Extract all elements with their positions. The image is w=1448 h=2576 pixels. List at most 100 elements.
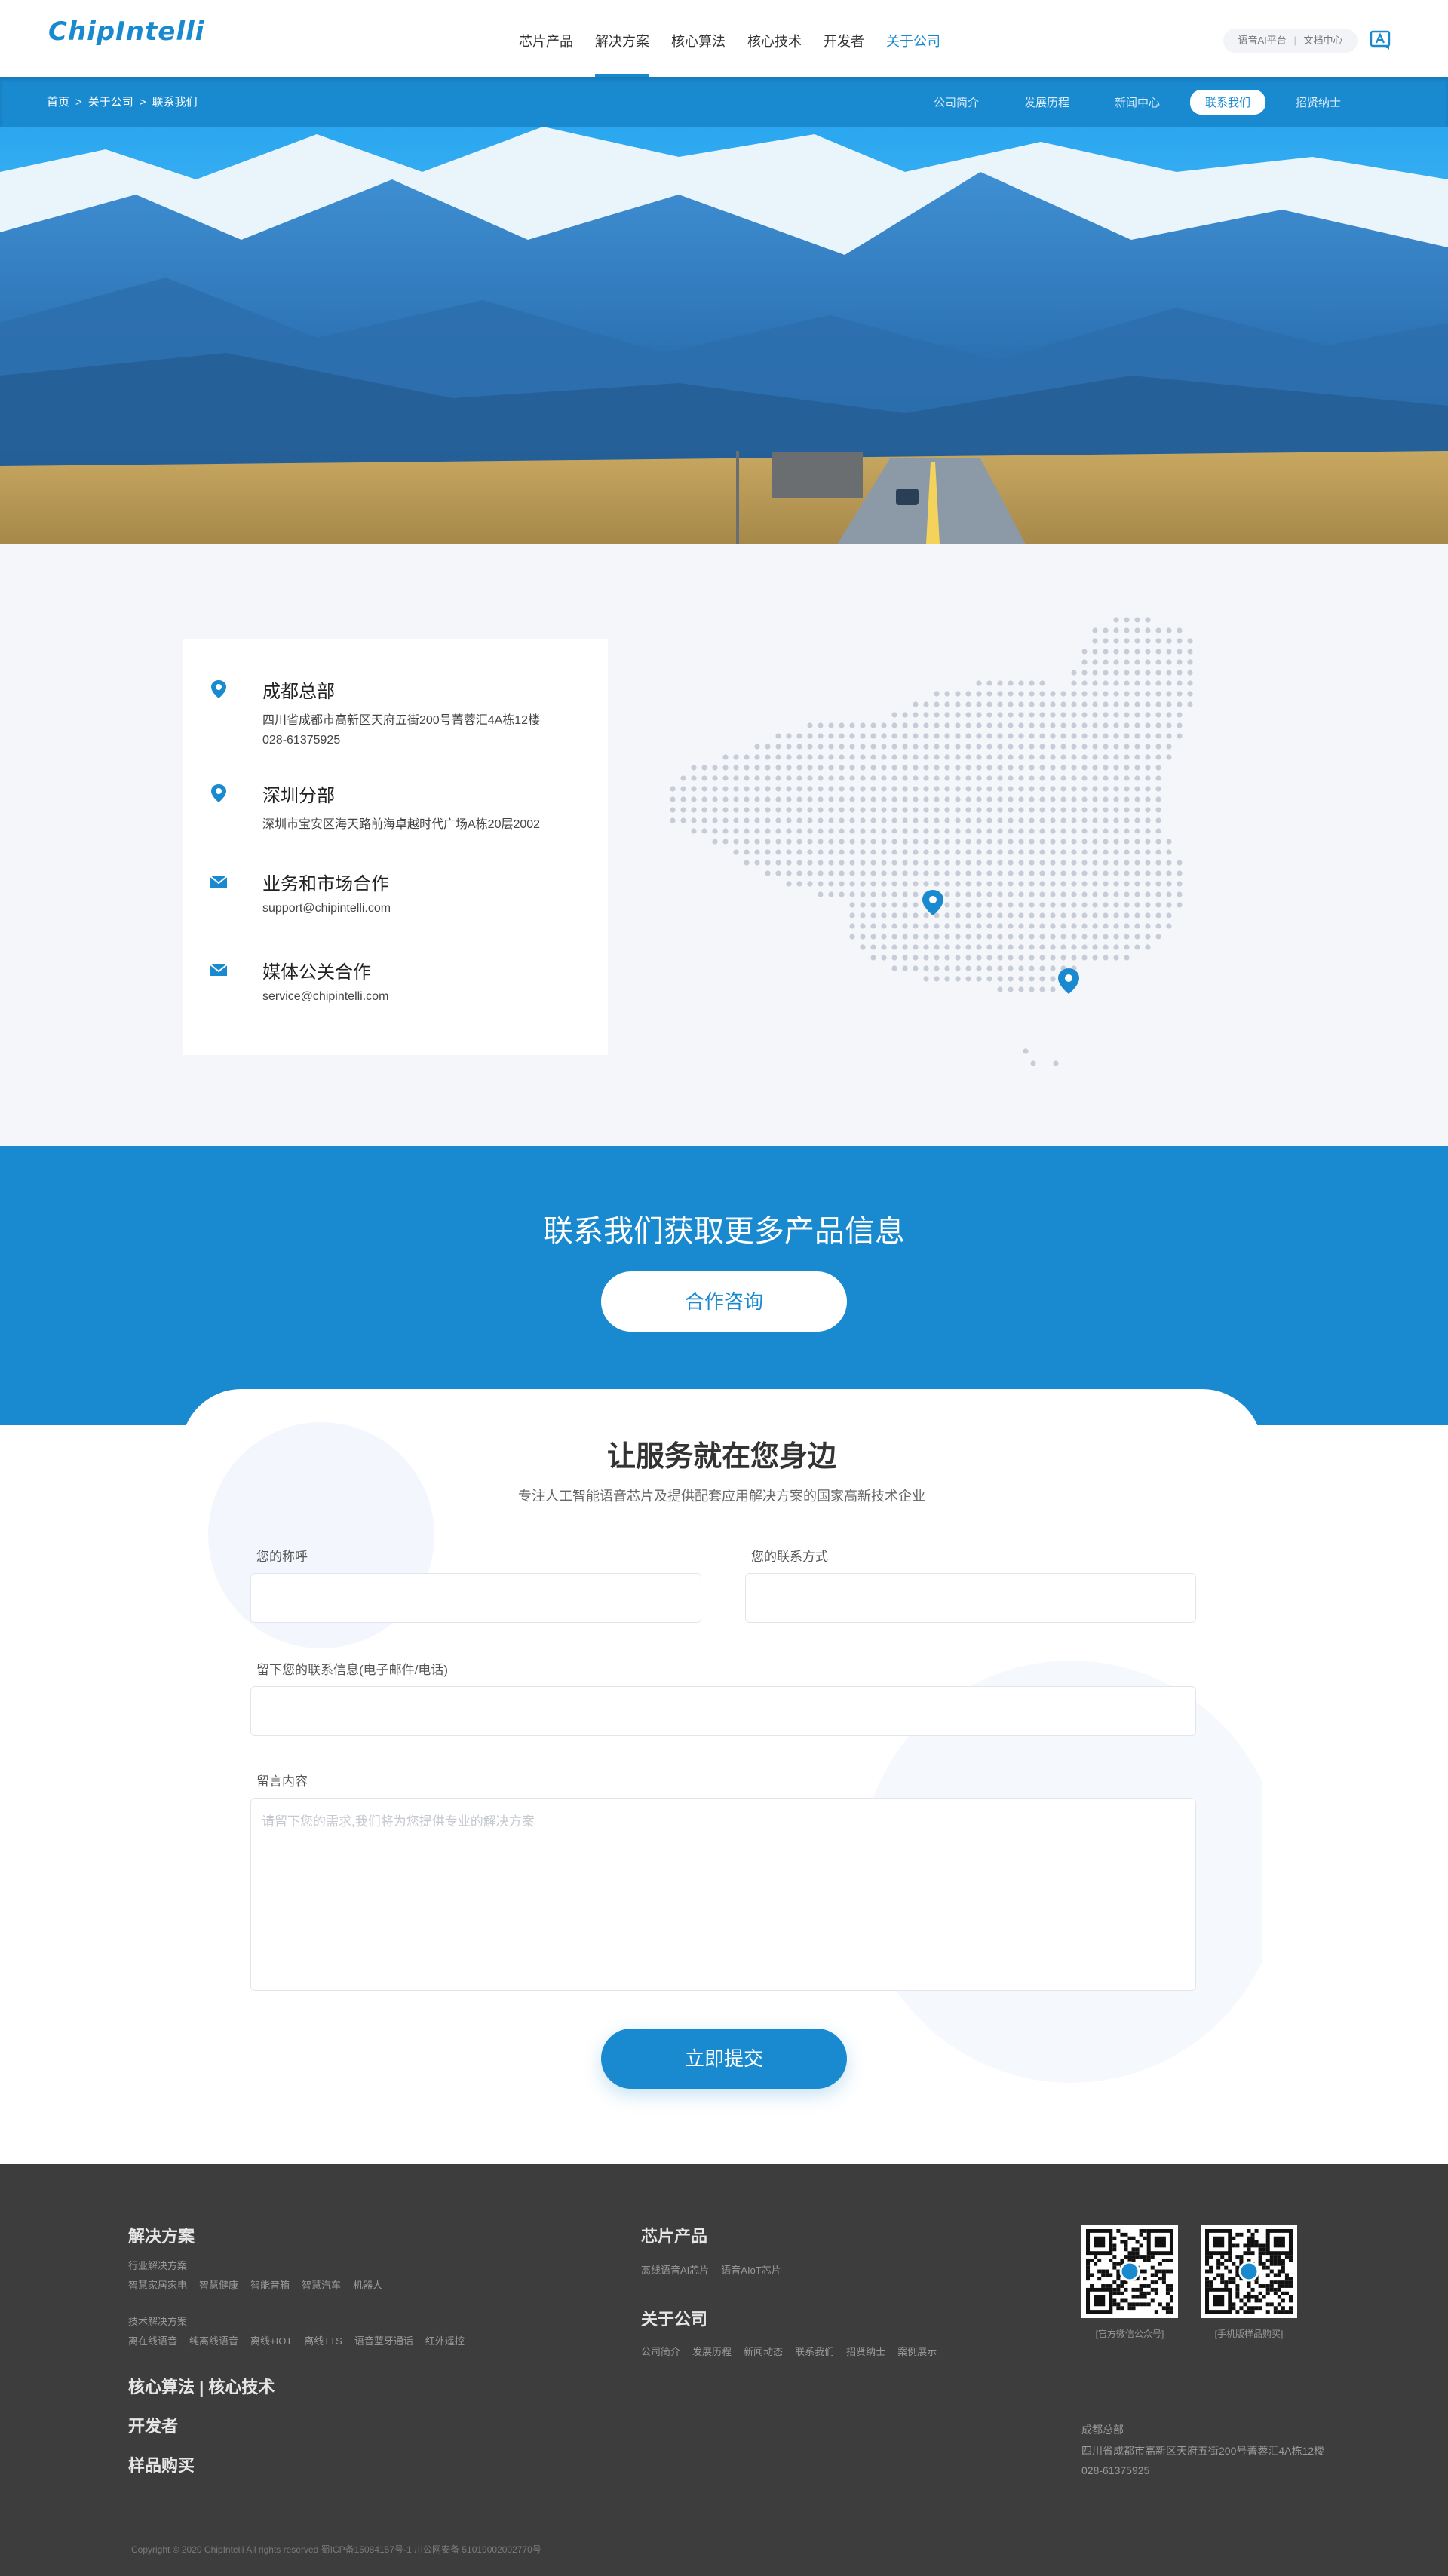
footer-buy-title[interactable]: 样品购买	[128, 2452, 195, 2476]
nav-technology[interactable]: 核心技术	[747, 0, 802, 77]
shenzhen-map-pin-icon[interactable]	[1058, 968, 1079, 994]
logo[interactable]: ChipIntelli	[48, 17, 204, 47]
breadcrumb-separator: >	[139, 96, 146, 109]
breadcrumb: 首页 > 关于公司 > 联系我们	[47, 77, 198, 127]
footer-algorithm-title[interactable]: 核心算法 | 核心技术	[128, 2374, 275, 2398]
pill-separator: |	[1293, 35, 1296, 46]
message-label: 留言内容	[256, 1774, 308, 1789]
footer-link[interactable]: 新闻动态	[744, 2344, 783, 2358]
mail-icon	[210, 964, 228, 976]
industry-links: 智慧家居家电 智慧健康 智能音箱 智慧汽车 机器人	[128, 2277, 382, 2292]
media-title: 媒体公关合作	[262, 962, 371, 983]
shenzhen-address: 深圳市宝安区海天路前海卓越时代广场A栋20层2002	[262, 818, 541, 831]
breadcrumb-about[interactable]: 关于公司	[88, 96, 133, 109]
main-nav: 芯片产品 解决方案 核心算法 核心技术 开发者 关于公司	[519, 0, 962, 77]
footer-about-title[interactable]: 关于公司	[641, 2306, 707, 2330]
office-card: 成都总部 四川省成都市高新区天府五街200号菁蓉汇4A栋12楼 028-6137…	[183, 639, 608, 1055]
footer-solutions-title[interactable]: 解决方案	[128, 2223, 195, 2247]
footer-address-title: 成都总部	[1081, 2424, 1124, 2436]
tab-contact[interactable]: 联系我们	[1190, 89, 1265, 115]
name-input[interactable]	[250, 1573, 701, 1623]
tab-news[interactable]: 新闻中心	[1092, 90, 1183, 115]
china-dot-map	[670, 617, 1193, 1066]
wechat-qr-caption: [官方微信公众号]	[1095, 2329, 1164, 2339]
footer-developer-title[interactable]: 开发者	[128, 2413, 178, 2437]
chengdu-map-pin-icon[interactable]	[922, 890, 943, 915]
footer-link[interactable]: 红外遥控	[425, 2333, 465, 2348]
contact-input[interactable]	[745, 1573, 1196, 1623]
nav-about[interactable]: 关于公司	[886, 0, 940, 77]
mobile-shop-qr-caption: [手机版样品购买]	[1214, 2329, 1284, 2339]
breadcrumb-home[interactable]: 首页	[47, 96, 69, 109]
business-title: 业务和市场合作	[262, 874, 389, 894]
footer-phone: 028-61375925	[1081, 2464, 1150, 2476]
footer-link[interactable]: 离线TTS	[304, 2333, 342, 2348]
media-email[interactable]: service@chipintelli.com	[262, 990, 388, 1004]
contact-cta-section: 联系我们获取更多产品信息 合作咨询	[0, 1146, 1448, 1425]
footer-link[interactable]: 联系我们	[795, 2344, 834, 2358]
footer-link[interactable]: 智慧家居家电	[128, 2277, 187, 2292]
footer-link[interactable]: 纯离线语音	[189, 2333, 238, 2348]
message-form: 让服务就在您身边 专注人工智能语音芯片及提供配套应用解决方案的国家高新技术企业 …	[181, 1389, 1262, 2164]
chip-links: 离线语音AI芯片 语音AIoT芯片	[641, 2262, 781, 2277]
contact-info-label: 留下您的联系信息(电子邮件/电话)	[256, 1663, 449, 1677]
submit-button[interactable]: 立即提交	[601, 2029, 847, 2089]
hq-phone: 028-61375925	[262, 734, 341, 747]
business-email[interactable]: support@chipintelli.com	[262, 902, 391, 915]
site-footer: 解决方案 行业解决方案 智慧家居家电 智慧健康 智能音箱 智慧汽车 机器人 技术…	[0, 2164, 1448, 2576]
hq-title: 成都总部	[262, 682, 335, 702]
location-pin-icon	[211, 680, 226, 698]
tab-company-intro[interactable]: 公司简介	[911, 90, 1002, 115]
breadcrumb-separator: >	[75, 96, 82, 109]
nav-algorithms[interactable]: 核心算法	[671, 0, 726, 77]
nav-developers[interactable]: 开发者	[824, 0, 864, 77]
about-links: 公司简介 发展历程 新闻动态 联系我们 招贤纳士 案例展示	[641, 2344, 937, 2358]
footer-link[interactable]: 离线语音AI芯片	[641, 2262, 709, 2277]
contact-label: 您的联系方式	[751, 1550, 828, 1564]
mobile-shop-qr-code	[1201, 2225, 1297, 2318]
account-icon[interactable]	[1370, 30, 1392, 51]
footer-chips-title[interactable]: 芯片产品	[641, 2223, 707, 2247]
footer-link[interactable]: 离在线语音	[128, 2333, 177, 2348]
offices-section: 成都总部 四川省成都市高新区天府五街200号菁蓉汇4A栋12楼 028-6137…	[0, 544, 1448, 1146]
mail-icon	[210, 876, 228, 888]
breadcrumb-contact[interactable]: 联系我们	[152, 96, 198, 109]
cta-title: 联系我们获取更多产品信息	[543, 1215, 905, 1248]
industry-solutions-label: 行业解决方案	[128, 2260, 188, 2271]
tech-links: 离在线语音 纯离线语音 离线+IOT 离线TTS 语音蓝牙通话 红外遥控	[128, 2333, 465, 2348]
footer-link[interactable]: 案例展示	[897, 2344, 937, 2358]
nav-chips[interactable]: 芯片产品	[519, 0, 573, 77]
footer-link[interactable]: 智慧健康	[199, 2277, 238, 2292]
top-header: ChipIntelli 芯片产品 解决方案 核心算法 核心技术 开发者 关于公司…	[0, 0, 1448, 77]
form-title: 让服务就在您身边	[606, 1441, 836, 1473]
voice-ai-platform-link[interactable]: 语音AI平台	[1238, 35, 1287, 46]
tab-careers[interactable]: 招贤纳士	[1273, 90, 1364, 115]
message-textarea[interactable]	[250, 1798, 1196, 1991]
form-subtitle: 专注人工智能语音芯片及提供配套应用解决方案的国家高新技术企业	[518, 1489, 925, 1504]
footer-link[interactable]: 语音AIoT芯片	[721, 2262, 781, 2277]
about-tabs: 公司简介 发展历程 新闻中心 联系我们 招贤纳士	[911, 77, 1364, 127]
docs-center-link[interactable]: 文档中心	[1303, 35, 1342, 46]
contact-info-input[interactable]	[250, 1686, 1196, 1736]
platform-links: 语音AI平台 | 文档中心	[1223, 29, 1358, 53]
location-pin-icon	[211, 784, 226, 802]
consult-button[interactable]: 合作咨询	[601, 1271, 847, 1332]
footer-link[interactable]: 语音蓝牙通话	[354, 2333, 413, 2348]
footer-link[interactable]: 招贤纳士	[846, 2344, 885, 2358]
footer-link[interactable]: 发展历程	[692, 2344, 732, 2358]
footer-link[interactable]: 机器人	[353, 2277, 382, 2292]
tech-solutions-label: 技术解决方案	[128, 2316, 188, 2327]
wechat-qr-code	[1081, 2225, 1178, 2318]
nav-solutions[interactable]: 解决方案	[595, 0, 649, 77]
name-label: 您的称呼	[256, 1550, 308, 1564]
footer-link[interactable]: 离线+IOT	[250, 2333, 292, 2348]
footer-link[interactable]: 智慧汽车	[302, 2277, 341, 2292]
shenzhen-title: 深圳分部	[262, 786, 335, 806]
footer-link[interactable]: 智能音箱	[250, 2277, 290, 2292]
footer-address: 四川省成都市高新区天府五街200号菁蓉汇4A栋12楼	[1081, 2445, 1325, 2457]
hero-banner-image	[0, 127, 1448, 544]
tab-history[interactable]: 发展历程	[1002, 90, 1092, 115]
hq-address: 四川省成都市高新区天府五街200号菁蓉汇4A栋12楼	[262, 714, 541, 727]
footer-link[interactable]: 公司简介	[641, 2344, 680, 2358]
copyright: Copyright © 2020 ChipIntelli All rights …	[131, 2544, 541, 2555]
